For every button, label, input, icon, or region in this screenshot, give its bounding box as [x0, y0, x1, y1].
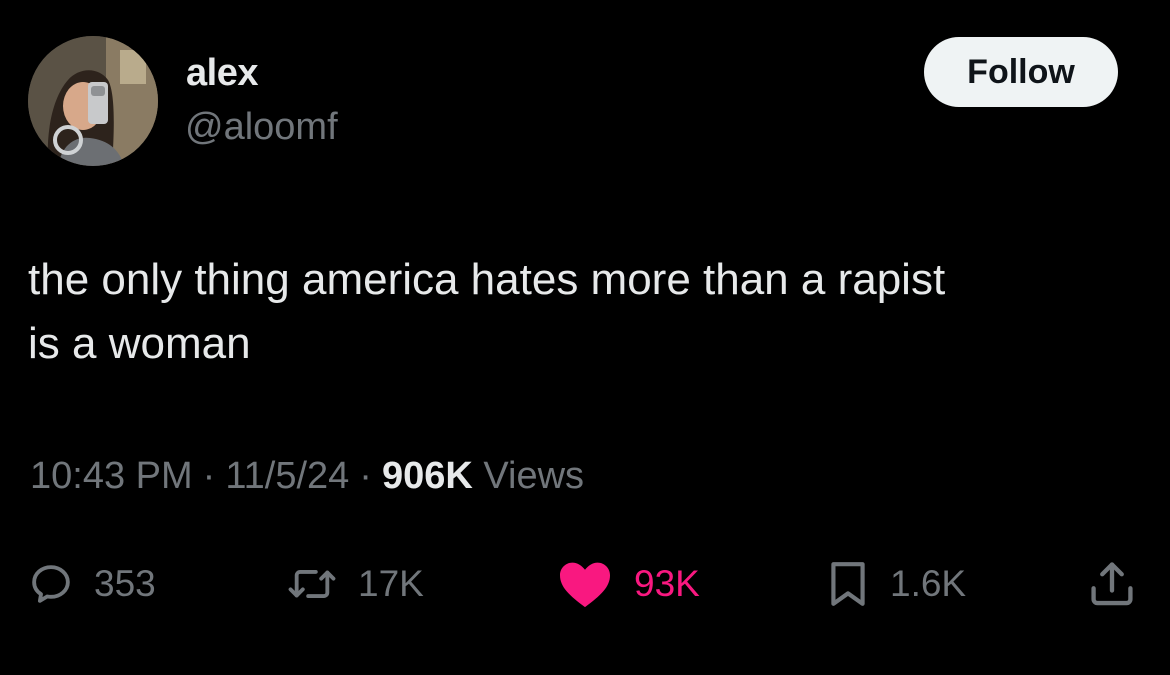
heart-icon	[556, 559, 614, 609]
bookmark-icon	[826, 559, 870, 609]
bookmark-button[interactable]: 1.6K	[826, 556, 966, 612]
like-count: 93K	[634, 563, 700, 604]
reply-count: 353	[94, 563, 156, 604]
tweet-metadata: 10:43 PM · 11/5/24 · 906K Views	[30, 455, 584, 498]
tweet-time[interactable]: 10:43 PM	[30, 455, 193, 497]
tweet-text: the only thing america hates more than a…	[28, 255, 946, 368]
tweet-card: alex @aloomf Follow the only thing ameri…	[0, 0, 1170, 675]
repost-count: 17K	[358, 563, 424, 604]
share-button[interactable]	[1086, 556, 1138, 612]
author-name[interactable]: alex	[186, 52, 258, 95]
meta-separator: ·	[359, 455, 372, 497]
tweet-date[interactable]: 11/5/24	[225, 455, 349, 497]
like-button[interactable]: 93K	[556, 556, 700, 612]
reply-button[interactable]: 353	[28, 556, 156, 612]
follow-button[interactable]: Follow	[924, 37, 1118, 107]
author-handle[interactable]: @aloomf	[185, 106, 338, 149]
reply-icon	[28, 561, 74, 607]
share-icon	[1086, 558, 1138, 610]
author-avatar[interactable]	[28, 36, 158, 166]
repost-button[interactable]: 17K	[286, 556, 424, 612]
views-label: Views	[483, 455, 585, 497]
repost-icon	[286, 561, 338, 607]
bookmark-count: 1.6K	[890, 563, 967, 604]
views-count[interactable]: 906K	[382, 455, 473, 497]
meta-separator: ·	[202, 455, 216, 497]
